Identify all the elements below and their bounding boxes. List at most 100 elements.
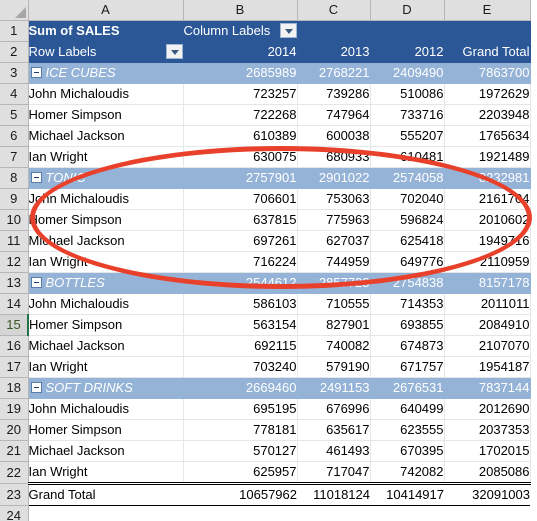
member-value-2014[interactable]: 778181: [183, 419, 298, 441]
member-name[interactable]: John Michaloudis: [28, 293, 184, 315]
column-header-e[interactable]: E: [444, 0, 531, 21]
table-row[interactable]: 7 Ian Wright 630075 680933 610481 192148…: [0, 146, 531, 168]
empty-cell-b[interactable]: [183, 506, 297, 521]
minus-collapse-icon[interactable]: [30, 382, 42, 394]
member-value-grand[interactable]: 2161704: [444, 188, 531, 210]
member-value-2012[interactable]: 623555: [370, 419, 445, 441]
row-header-2[interactable]: 2: [0, 41, 29, 63]
member-value-2013[interactable]: 635617: [297, 419, 371, 441]
member-value-2012[interactable]: 640499: [370, 398, 445, 420]
category-label-cell[interactable]: ICE CUBES: [28, 62, 184, 84]
row-header-5[interactable]: 5: [0, 104, 29, 126]
category-label-cell[interactable]: BOTTLES: [28, 272, 184, 294]
category-label-cell[interactable]: SOFT DRINKS: [28, 377, 184, 399]
member-value-grand[interactable]: 1949716: [444, 230, 531, 252]
member-value-2014[interactable]: 695195: [183, 398, 298, 420]
column-header-d[interactable]: D: [370, 0, 445, 21]
member-value-2013[interactable]: 747964: [297, 104, 371, 126]
category-total-2014[interactable]: 2544612: [183, 272, 298, 294]
category-total-2013[interactable]: 2768221: [297, 62, 371, 84]
column-labels-filter-dropdown-icon[interactable]: [279, 22, 296, 38]
member-value-2014[interactable]: 706601: [183, 188, 298, 210]
table-row[interactable]: 10 Homer Simpson 637815 775963 596824 20…: [0, 209, 531, 231]
category-total-2014[interactable]: 2669460: [183, 377, 298, 399]
category-total-2014[interactable]: 2757901: [183, 167, 298, 189]
empty-cell-a[interactable]: [28, 506, 183, 521]
minus-collapse-icon[interactable]: [30, 67, 42, 79]
empty-row[interactable]: 24: [0, 505, 530, 521]
row-header-10[interactable]: 10: [0, 209, 29, 231]
member-value-2013[interactable]: 744959: [297, 251, 371, 273]
row-header-23[interactable]: 23: [0, 483, 29, 506]
member-value-grand[interactable]: 2010602: [444, 209, 531, 231]
table-row[interactable]: 16 Michael Jackson 692115 740082 674873 …: [0, 335, 531, 357]
member-value-grand[interactable]: 2011011: [444, 293, 531, 315]
member-value-2013[interactable]: 710555: [297, 293, 371, 315]
category-total-grand[interactable]: 7863700: [444, 62, 531, 84]
member-value-2012[interactable]: 742082: [370, 461, 445, 484]
member-value-2012[interactable]: 674873: [370, 335, 445, 357]
row-header-12[interactable]: 12: [0, 251, 29, 273]
row-header-9[interactable]: 9: [0, 188, 29, 210]
member-name[interactable]: Ian Wright: [28, 146, 184, 168]
member-value-2013[interactable]: 676996: [297, 398, 371, 420]
row-header-17[interactable]: 17: [0, 356, 29, 378]
row-labels-filter-dropdown-icon[interactable]: [165, 43, 182, 59]
row-header-11[interactable]: 11: [0, 230, 29, 252]
member-value-2012[interactable]: 702040: [370, 188, 445, 210]
member-value-2013[interactable]: 739286: [297, 83, 371, 105]
minus-collapse-icon[interactable]: [30, 172, 42, 184]
row-header-15[interactable]: 15: [0, 314, 29, 336]
member-value-2014[interactable]: 723257: [183, 83, 298, 105]
table-row[interactable]: 19 John Michaloudis 695195 676996 640499…: [0, 398, 531, 420]
member-name[interactable]: Ian Wright: [28, 461, 184, 484]
member-value-grand[interactable]: 1954187: [444, 356, 531, 378]
member-value-2014[interactable]: 697261: [183, 230, 298, 252]
column-labels-cell[interactable]: Column Labels: [183, 20, 298, 42]
member-value-2014[interactable]: 610389: [183, 125, 298, 147]
member-name[interactable]: Homer Simpson: [28, 104, 184, 126]
column-header-a[interactable]: A: [28, 0, 184, 21]
member-value-grand[interactable]: 1921489: [444, 146, 531, 168]
row-header-22[interactable]: 22: [0, 461, 29, 484]
member-name[interactable]: Michael Jackson: [28, 125, 184, 147]
row-header-16[interactable]: 16: [0, 335, 29, 357]
row-header-8[interactable]: 8: [0, 167, 29, 189]
select-all-corner[interactable]: [0, 0, 29, 21]
category-total-2012[interactable]: 2574058: [370, 167, 445, 189]
row-header-3[interactable]: 3: [0, 62, 29, 84]
member-value-2013[interactable]: 775963: [297, 209, 371, 231]
row-header-24[interactable]: 24: [0, 505, 29, 521]
grand-total-2013[interactable]: 11018124: [297, 482, 370, 506]
member-value-2014[interactable]: 722268: [183, 104, 298, 126]
member-name[interactable]: Michael Jackson: [28, 335, 184, 357]
member-value-2012[interactable]: 693855: [370, 314, 445, 336]
member-value-grand[interactable]: 1702015: [444, 440, 531, 462]
column-header-c[interactable]: C: [297, 0, 371, 21]
member-value-2013[interactable]: 461493: [297, 440, 371, 462]
empty-cell-c[interactable]: [297, 506, 370, 521]
member-name[interactable]: John Michaloudis: [28, 83, 184, 105]
member-name[interactable]: Homer Simpson: [28, 314, 184, 336]
member-value-2013[interactable]: 600038: [297, 125, 371, 147]
table-row[interactable]: 12 Ian Wright 716224 744959 649776 21109…: [0, 251, 531, 273]
member-value-grand[interactable]: 2110959: [444, 251, 531, 273]
member-name[interactable]: John Michaloudis: [28, 188, 184, 210]
member-value-2014[interactable]: 716224: [183, 251, 298, 273]
member-value-2014[interactable]: 586103: [183, 293, 298, 315]
member-value-2014[interactable]: 563154: [183, 314, 298, 336]
grand-total-row[interactable]: 23 Grand Total 10657962 11018124 1041491…: [0, 482, 530, 506]
row-header-13[interactable]: 13: [0, 272, 29, 294]
grand-total-2012[interactable]: 10414917: [370, 482, 444, 506]
member-value-2012[interactable]: 670395: [370, 440, 445, 462]
value-field-title[interactable]: Sum of SALES: [28, 20, 184, 42]
member-value-grand[interactable]: 1765634: [444, 125, 531, 147]
category-row[interactable]: 18 SOFT DRINKS 2669460 2491153 2676531 7…: [0, 377, 531, 399]
row-header-4[interactable]: 4: [0, 83, 29, 105]
category-total-grand[interactable]: 8157178: [444, 272, 531, 294]
empty-cell-d[interactable]: [370, 506, 444, 521]
member-value-2012[interactable]: 610481: [370, 146, 445, 168]
table-row[interactable]: 11 Michael Jackson 697261 627037 625418 …: [0, 230, 531, 252]
category-total-grand[interactable]: 8232981: [444, 167, 531, 189]
member-value-2012[interactable]: 714353: [370, 293, 445, 315]
